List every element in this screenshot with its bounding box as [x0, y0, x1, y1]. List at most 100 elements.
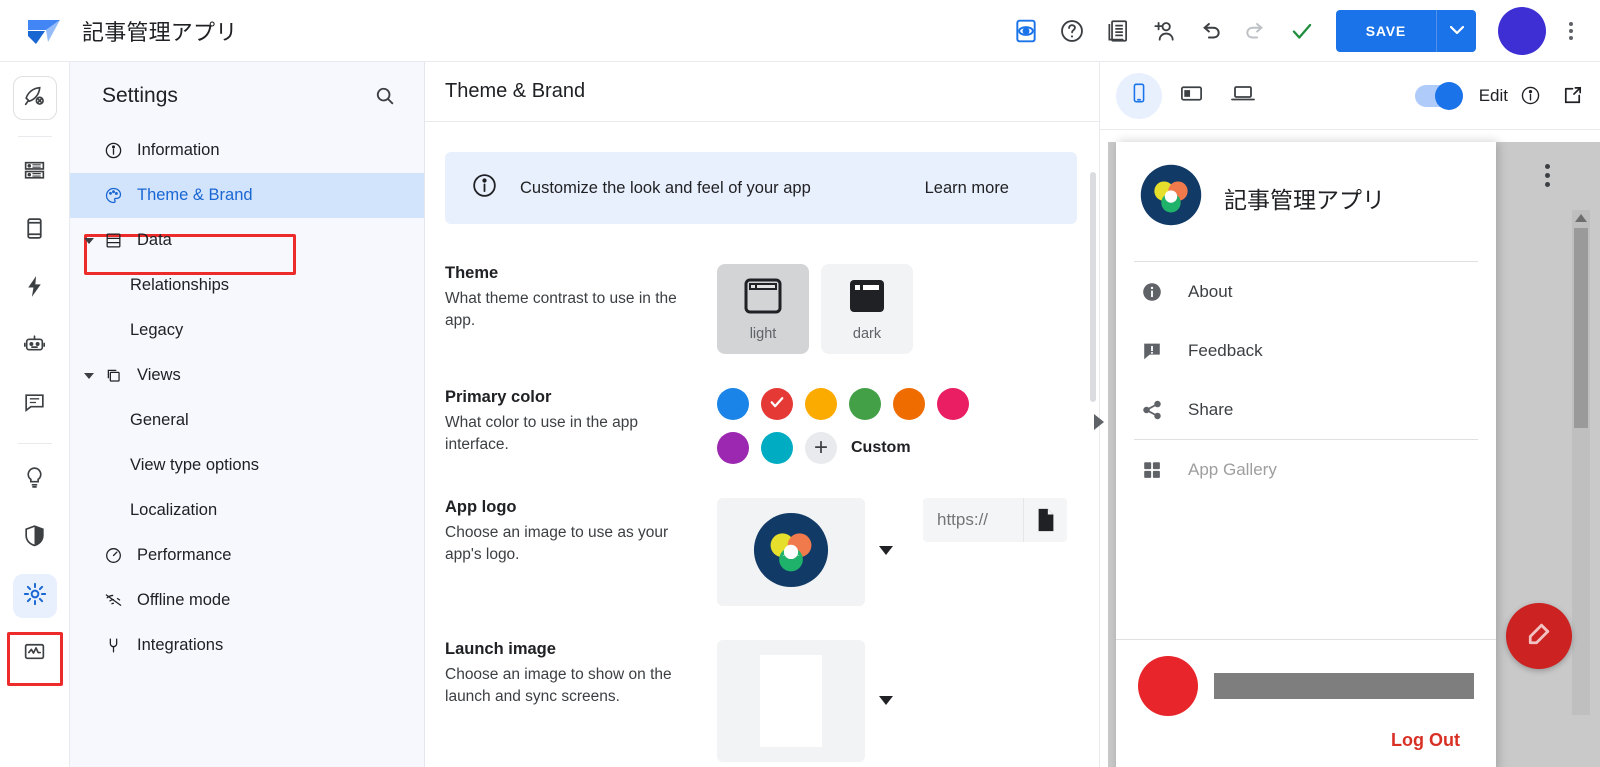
sidebar-item-label: General: [130, 411, 189, 429]
rail-item-chat[interactable]: [13, 383, 57, 427]
add-user-icon[interactable]: [1144, 11, 1184, 51]
check-icon[interactable]: [1282, 11, 1322, 51]
color-swatch-orange[interactable]: [893, 388, 925, 420]
drawer-user-row: [1138, 656, 1474, 716]
avatar[interactable]: [1498, 6, 1546, 55]
preview-eye-icon[interactable]: [1006, 11, 1046, 51]
custom-color-button[interactable]: +: [805, 432, 837, 464]
sidebar-item-label: Localization: [130, 501, 218, 519]
launch-image-dropdown-icon[interactable]: [879, 696, 893, 705]
overflow-menu-icon[interactable]: [1556, 21, 1586, 40]
learn-more-link[interactable]: Learn more: [925, 179, 1009, 198]
layers-icon: [102, 366, 124, 385]
sidebar-item-legacy[interactable]: Legacy: [70, 308, 424, 353]
theme-option-dark[interactable]: dark: [821, 264, 913, 354]
sidebar-item-information[interactable]: Information: [70, 128, 424, 173]
sidebar-item-integrations[interactable]: Integrations: [70, 623, 424, 668]
redo-icon[interactable]: [1236, 11, 1276, 51]
theme-option-light[interactable]: light: [717, 264, 809, 354]
scrollbar-thumb[interactable]: [1574, 228, 1588, 428]
primary-color-label-block: Primary color What color to use in the a…: [445, 388, 717, 464]
rail-item-app[interactable]: [13, 209, 57, 253]
sidebar-item-general[interactable]: General: [70, 398, 424, 443]
theme-field-name: Theme: [445, 264, 499, 282]
search-icon[interactable]: [374, 85, 396, 107]
launch-image-preview[interactable]: [717, 640, 865, 762]
app-logo-field-desc: Choose an image to use as your app's log…: [445, 524, 669, 564]
rail-item-intelligence[interactable]: [13, 458, 57, 502]
rail-item-automation[interactable]: [13, 267, 57, 311]
info-banner: Customize the look and feel of your app …: [445, 152, 1077, 224]
info-icon[interactable]: [1520, 85, 1541, 106]
drawer-item-share[interactable]: Share: [1116, 380, 1496, 439]
launch-image-controls: [717, 640, 1077, 762]
help-icon[interactable]: [1052, 11, 1092, 51]
app-logo-label-block: App logo Choose an image to use as your …: [445, 498, 717, 606]
color-swatch-red-selected[interactable]: [761, 388, 793, 420]
rail-item-security[interactable]: [13, 516, 57, 560]
rail-item-monitor[interactable]: [13, 632, 57, 676]
file-icon[interactable]: [1023, 498, 1067, 542]
theme-field-desc: What theme contrast to use in the app.: [445, 290, 677, 330]
brand-area: 記事管理アプリ: [24, 14, 237, 48]
check-icon: [768, 393, 786, 416]
app-logo-url-input[interactable]: [923, 510, 1023, 530]
settings-header: Settings: [70, 62, 424, 124]
rail-item-bot[interactable]: [13, 325, 57, 369]
drawer-item-about[interactable]: About: [1116, 262, 1496, 321]
dark-window-icon: [846, 277, 888, 319]
logout-button[interactable]: Log Out: [1138, 716, 1474, 763]
sidebar-item-localization[interactable]: Localization: [70, 488, 424, 533]
content-scrollbar[interactable]: [1090, 172, 1096, 402]
external-link-icon[interactable]: [1561, 84, 1584, 107]
tablet-preview-button[interactable]: [1168, 73, 1214, 119]
plug-icon: [102, 636, 124, 655]
bolt-icon: [22, 274, 47, 304]
color-swatch-purple[interactable]: [717, 432, 749, 464]
chat-icon: [22, 390, 47, 420]
floating-action-button[interactable]: [1506, 603, 1572, 669]
sidebar-item-label: Data: [137, 231, 172, 249]
panel-collapse-arrow[interactable]: [1094, 414, 1104, 430]
user-avatar[interactable]: [1138, 656, 1198, 716]
drawer-app-title: 記事管理アプリ: [1224, 186, 1385, 213]
color-swatch-cyan[interactable]: [761, 432, 793, 464]
desktop-preview-button[interactable]: [1220, 73, 1266, 119]
undo-icon[interactable]: [1190, 11, 1230, 51]
drawer-item-app-gallery[interactable]: App Gallery: [1116, 440, 1496, 499]
color-swatch-amber[interactable]: [805, 388, 837, 420]
sidebar-item-offline-mode[interactable]: Offline mode: [70, 578, 424, 623]
info-icon: [471, 172, 498, 204]
drawer-item-feedback[interactable]: Feedback: [1116, 321, 1496, 380]
spreadsheet-icon[interactable]: [1098, 11, 1138, 51]
app-logo-field-name: App logo: [445, 498, 517, 516]
drawer-item-label: Feedback: [1188, 340, 1263, 360]
sidebar-item-data[interactable]: Data: [70, 218, 424, 263]
theme-option-label: light: [749, 325, 777, 342]
phone-preview-button[interactable]: [1116, 72, 1162, 119]
rail-item-settings[interactable]: [12, 574, 57, 618]
app-logo-preview[interactable]: [717, 498, 865, 606]
sidebar-item-view-type-options[interactable]: View type options: [70, 443, 424, 488]
edit-toggle[interactable]: [1414, 81, 1463, 110]
app-overflow-menu-icon[interactable]: [1545, 164, 1550, 187]
color-swatch-pink[interactable]: [937, 388, 969, 420]
rocket-icon: [22, 83, 47, 113]
app-scrollbar[interactable]: [1572, 210, 1590, 715]
sidebar-item-relationships[interactable]: Relationships: [70, 263, 424, 308]
save-button[interactable]: SAVE: [1335, 9, 1436, 52]
sidebar-item-performance[interactable]: Performance: [70, 533, 424, 578]
scroll-up-arrow-icon[interactable]: [1575, 214, 1587, 222]
phone-icon: [1128, 81, 1150, 110]
sidebar-item-theme-and-brand[interactable]: Theme & Brand: [70, 173, 424, 218]
app-logo-icon: [753, 512, 829, 593]
rail-item-data[interactable]: [13, 151, 57, 195]
color-swatch-green[interactable]: [849, 388, 881, 420]
app-logo-dropdown-icon[interactable]: [879, 546, 893, 555]
robot-icon: [22, 332, 47, 362]
sidebar-item-views[interactable]: Views: [70, 353, 424, 398]
chevron-down-icon: [84, 237, 94, 244]
rail-item-deploy[interactable]: [12, 76, 57, 120]
color-swatch-blue[interactable]: [717, 388, 749, 420]
save-dropdown-button[interactable]: [1436, 9, 1476, 52]
